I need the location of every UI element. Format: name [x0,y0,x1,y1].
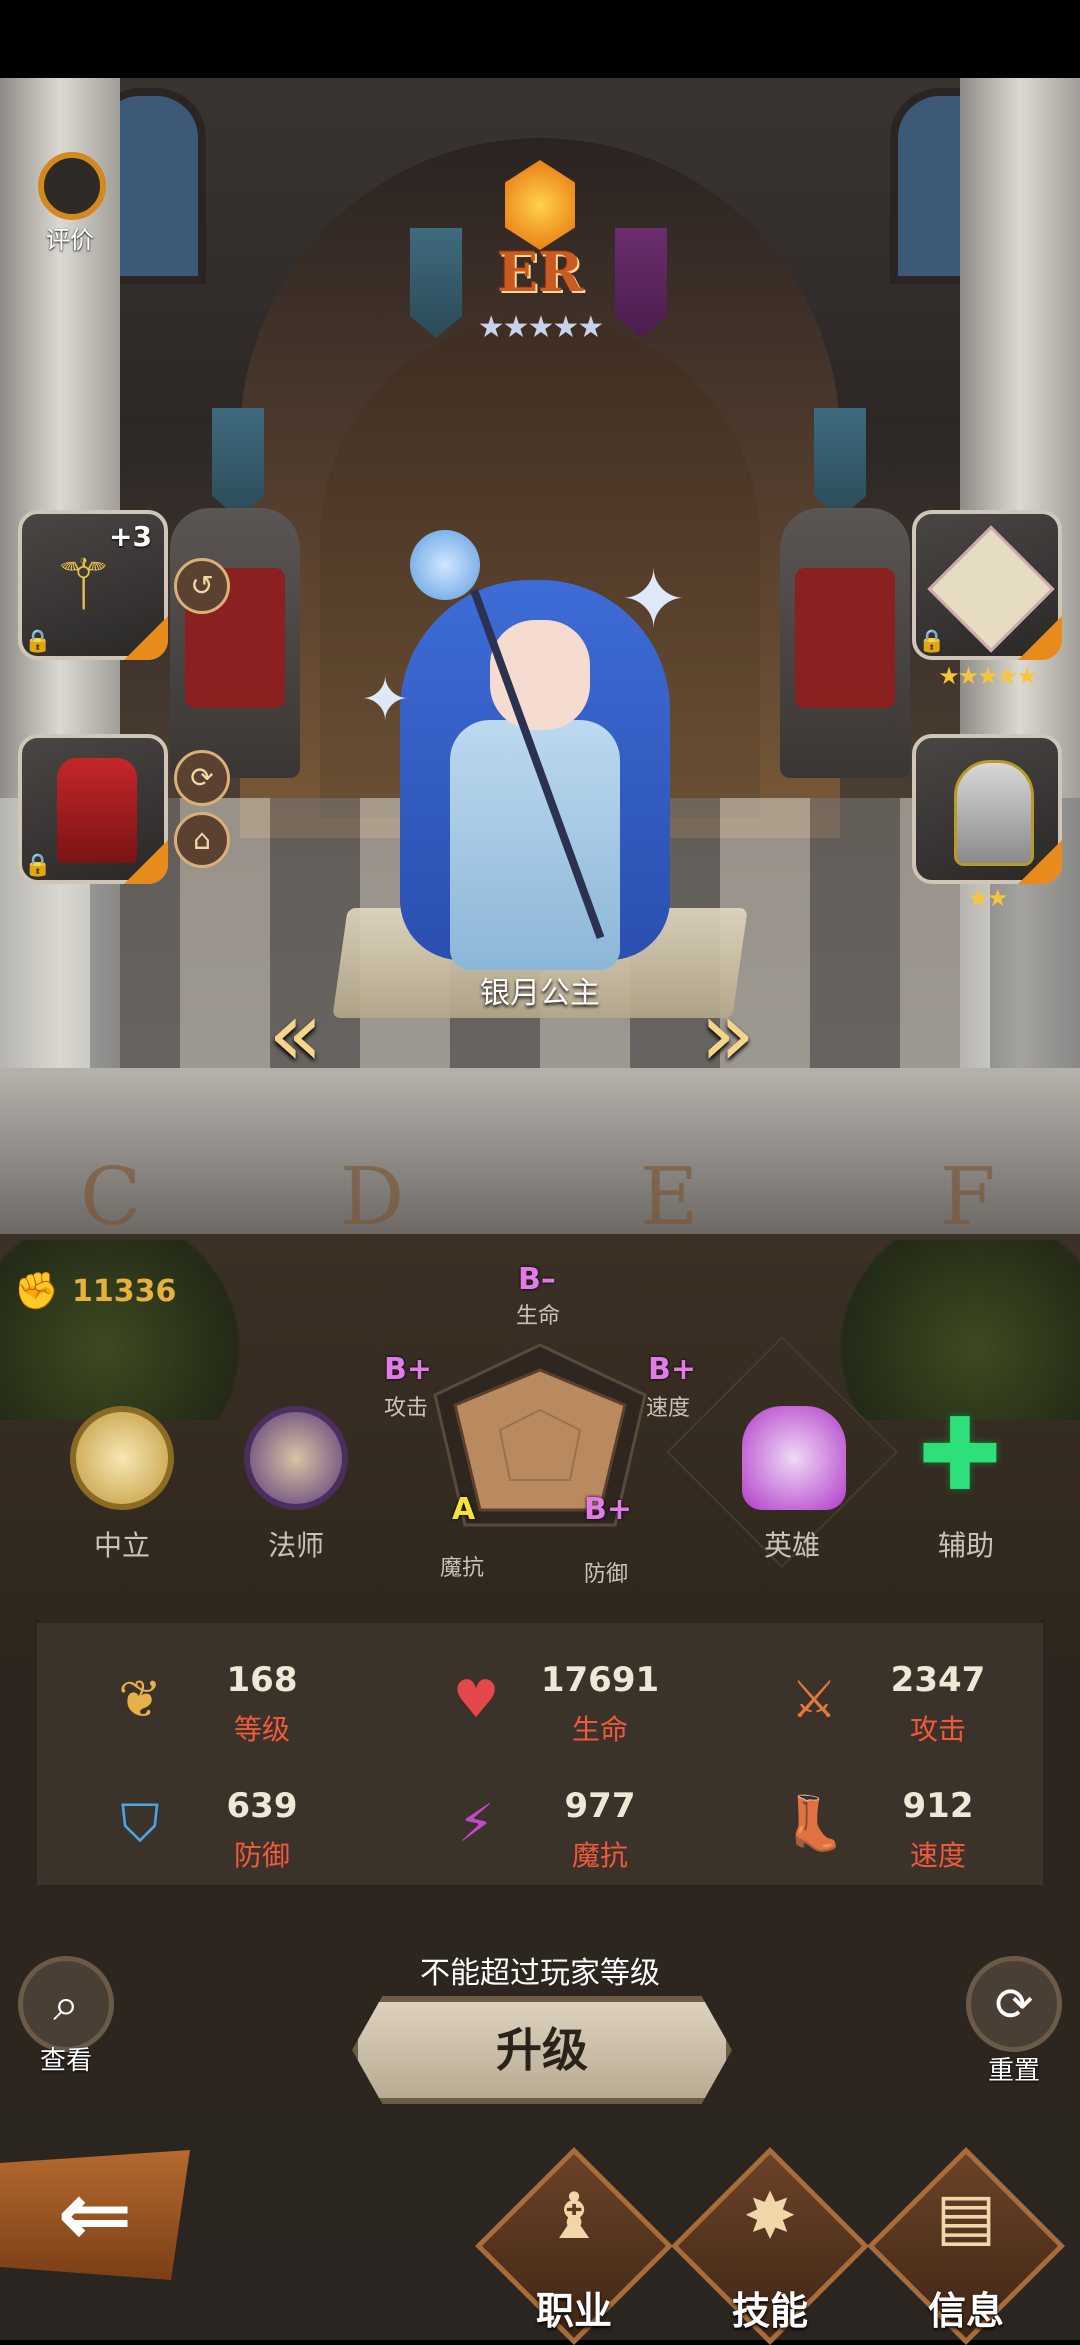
status-bar [0,0,1080,78]
accessory-stars: ★★★★★ [938,662,1038,690]
attack-grade-label: 攻击 [384,1396,429,1421]
rarity-label: ER [496,240,584,304]
speed-value: 912 [902,1786,974,1826]
armor-set-icon[interactable]: ⌂ [174,812,230,868]
helmet-slot[interactable] [912,734,1062,884]
hero-character[interactable]: ✦ ✦ [360,500,690,980]
nav-skill-label: 技能 [731,2289,808,2333]
attack-label: 攻击 [909,1713,966,1746]
right-knight-statue [780,508,910,778]
knight-helmet-icon [954,760,1034,866]
helmet-icon[interactable] [742,1406,846,1510]
lock-icon: 🔒 [918,629,946,654]
defense-value: 639 [226,1786,298,1826]
speed-grade-label: 速度 [646,1396,691,1421]
left-knight-statue [170,508,300,778]
refresh-icon: ⟳ [994,1977,1034,2031]
hp-value: 17691 [540,1660,660,1700]
bush-decoration [0,1240,260,1420]
nav-info-label: 信息 [927,2289,1004,2333]
magic-resist-grade-label: 魔抗 [440,1556,485,1581]
magic-resist-value: 977 [564,1786,636,1826]
accessory-slot[interactable]: 🔒 [912,510,1062,660]
level-cap-notice: 不能超过玩家等级 [420,1956,660,1991]
class-label: 英雄 [763,1529,820,1562]
rarity-stars: ★★★★★ [477,310,604,345]
rune-accessory-icon [927,525,1055,653]
prev-hero-arrow-icon[interactable]: « [268,990,378,1080]
speed-grade: B+ [648,1352,697,1387]
heart-icon: ♥ [452,1670,500,1730]
skill-icon: ✸ [743,2180,797,2254]
hp-grade-label: 生命 [516,1304,561,1329]
red-robe-icon [57,758,137,863]
scroll-icon: ▤ [935,2180,997,2254]
bg-letter: C [80,1150,142,1243]
attack-value: 2347 [890,1660,986,1700]
mage-icon[interactable] [244,1406,348,1510]
next-hero-arrow-icon[interactable]: » [700,990,810,1080]
hp-label: 生命 [571,1713,628,1746]
bg-letter: F [940,1150,996,1243]
hero-name: 银月公主 [480,976,600,1011]
rarity-badge: ER ★★★★★ [470,160,610,350]
magic-resist-label: 魔抗 [571,1839,628,1872]
helmet-stars: ★★ [967,884,1008,912]
reset-button[interactable]: ⟳ [966,1956,1062,2052]
review-label: 评价 [46,226,94,254]
right-knight-banner [814,408,866,518]
rarity-gem-icon [505,160,575,250]
sparkle-icon: ✦ [620,553,688,646]
cross-icon[interactable]: ✚ [918,1400,1002,1510]
level-label: 等级 [233,1713,290,1746]
nav-class-label: 职业 [535,2289,612,2333]
slot-corner [124,616,168,660]
reset-label: 重置 [987,2056,1040,2086]
class-label: 法师 [267,1529,324,1562]
stairs [0,1068,1080,1238]
bg-letter: D [340,1150,405,1243]
view-label: 查看 [39,2046,92,2076]
sparkle-icon: ✦ [360,665,411,735]
magic-resist-grade: A [452,1492,476,1527]
hero-orb [410,530,480,600]
back-arrow-icon: ⇐ [57,2162,133,2267]
combat-power-value: 11336 [72,1274,177,1309]
laurel-icon: ❦ [118,1670,162,1730]
weapon-skill-icon[interactable]: ↺ [174,558,230,614]
defense-label: 防御 [233,1839,290,1872]
staff-weapon-icon: ⚚ [52,544,115,626]
attack-grade: B+ [384,1352,433,1387]
review-button[interactable] [38,152,106,220]
defense-grade: B+ [584,1492,633,1527]
level-value: 168 [226,1660,298,1700]
bg-letter: E [640,1150,699,1243]
armor-skill-icon[interactable]: ⟳ [174,750,230,806]
chess-icon: ♝ [545,2180,603,2254]
view-button[interactable]: ⌕ [18,1956,114,2052]
boot-icon: 👢 [781,1794,847,1854]
blue-banner [410,228,462,338]
class-label: 辅助 [937,1529,994,1562]
sword-icon: ⚔ [790,1670,838,1730]
shield-icon: ⛉ [120,1794,160,1854]
class-label: 中立 [93,1529,150,1562]
combat-power: ✊ 11336 [10,1268,190,1318]
left-knight-banner [212,408,264,518]
magnifier-icon: ⌕ [53,1977,79,2031]
lightning-shield-icon: ⚡ [457,1794,495,1854]
hp-grade: B– [518,1262,556,1297]
armor-slot[interactable]: 🔒 [18,734,168,884]
lock-icon: 🔒 [24,629,52,654]
wings-icon[interactable] [70,1406,174,1510]
weapon-slot[interactable]: ⚚ +3 🔒 [18,510,168,660]
slot-corner [1018,616,1062,660]
purple-banner [615,228,667,338]
defense-grade-label: 防御 [584,1562,629,1587]
lock-icon: 🔒 [24,853,52,878]
fist-icon: ✊ [14,1271,59,1312]
level-up-label: 升级 [496,2023,588,2077]
speed-label: 速度 [909,1839,966,1872]
weapon-enhance-level: +3 [109,520,152,553]
